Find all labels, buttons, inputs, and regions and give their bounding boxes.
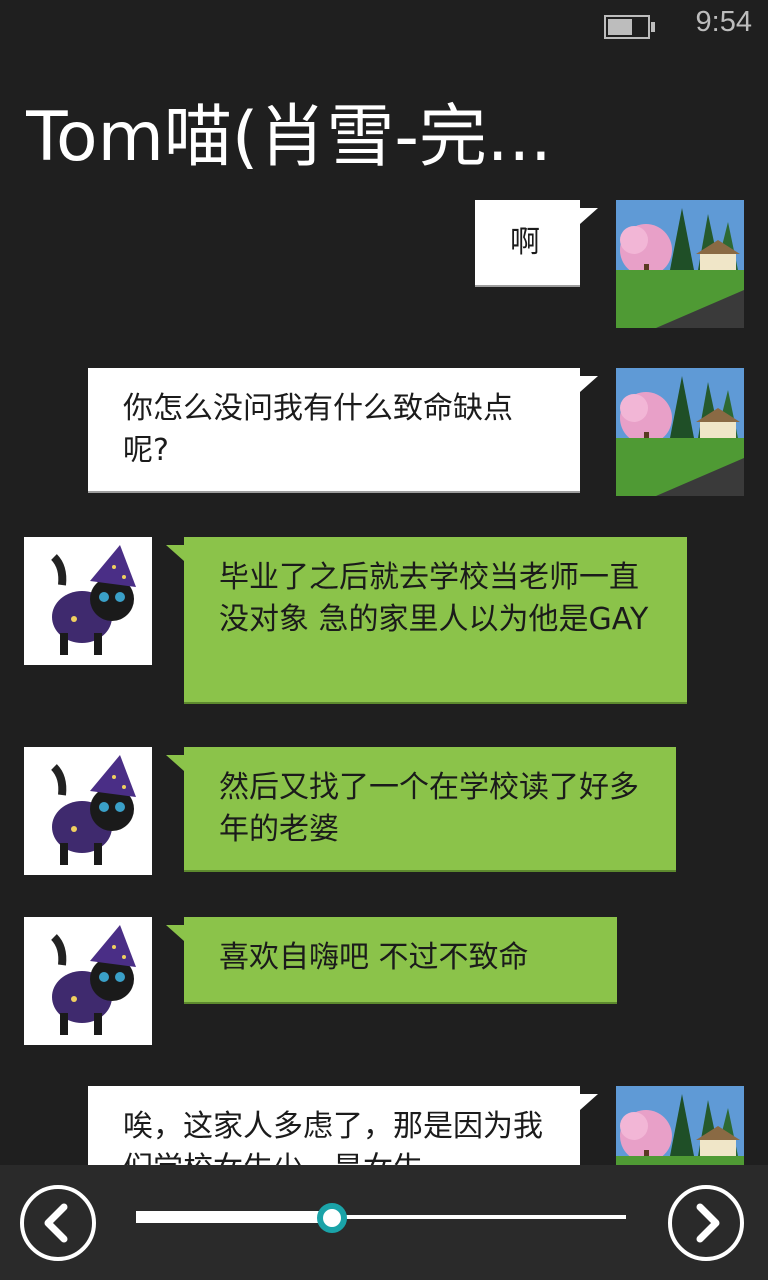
message-text: 喜欢自嗨吧 不过不致命 <box>219 940 529 975</box>
message-bubble[interactable]: 唉，这家人多虑了，那是因为我们学校女生少，是女生 <box>88 1086 580 1165</box>
bubble-tail <box>580 208 598 224</box>
avatar-me[interactable] <box>616 368 744 496</box>
landscape-photo-icon <box>616 200 744 328</box>
message-text: 毕业了之后就去学校当老师一直没对象 急的家里人以为他是GAY <box>219 560 649 637</box>
status-bar: 9:54 <box>0 0 768 50</box>
clock: 9:54 <box>695 6 752 38</box>
avatar-contact[interactable] <box>24 747 152 875</box>
bubble-tail <box>580 376 598 392</box>
bubble-tail <box>166 755 184 771</box>
black-cat-wizard-icon <box>24 917 152 1045</box>
black-cat-wizard-icon <box>24 537 152 665</box>
message-bubble[interactable]: 你怎么没问我有什么致命缺点呢? <box>88 368 580 491</box>
bubble-tail <box>580 1094 598 1110</box>
previous-button[interactable] <box>20 1185 96 1261</box>
battery-icon <box>604 15 650 39</box>
chevron-right-icon <box>696 1203 720 1243</box>
message-text: 唉，这家人多虑了，那是因为我们学校女生少，是女生 <box>123 1109 543 1165</box>
message-bubble[interactable]: 毕业了之后就去学校当老师一直没对象 急的家里人以为他是GAY <box>184 537 687 702</box>
avatar-me[interactable] <box>616 200 744 328</box>
battery-terminal <box>651 22 655 32</box>
message-bubble[interactable]: 喜欢自嗨吧 不过不致命 <box>184 917 617 1002</box>
message-text: 你怎么没问我有什么致命缺点呢? <box>123 391 513 468</box>
message-bubble[interactable]: 啊 <box>475 200 580 285</box>
slider-thumb[interactable] <box>317 1203 347 1233</box>
message-bubble[interactable]: 然后又找了一个在学校读了好多年的老婆 <box>184 747 676 870</box>
chat-list[interactable]: 啊 你怎么没问我有什么致命缺点呢? 毕业了之后就去学校当老师一直没对象 急的家里… <box>0 190 768 1165</box>
bubble-tail <box>166 925 184 941</box>
landscape-photo-icon <box>616 1086 744 1165</box>
black-cat-wizard-icon <box>24 747 152 875</box>
battery-level <box>608 19 632 35</box>
conversation-title: Tom喵(肖雪-完... <box>26 98 552 177</box>
bubble-tail <box>166 545 184 561</box>
avatar-me[interactable] <box>616 1086 744 1165</box>
avatar-contact[interactable] <box>24 917 152 1045</box>
avatar-contact[interactable] <box>24 537 152 665</box>
message-text: 然后又找了一个在学校读了好多年的老婆 <box>219 770 639 847</box>
playback-bar <box>0 1165 768 1280</box>
next-button[interactable] <box>668 1185 744 1261</box>
message-text: 啊 <box>510 225 540 260</box>
progress-fill <box>136 1211 332 1223</box>
landscape-photo-icon <box>616 368 744 496</box>
chevron-left-icon <box>44 1203 68 1243</box>
